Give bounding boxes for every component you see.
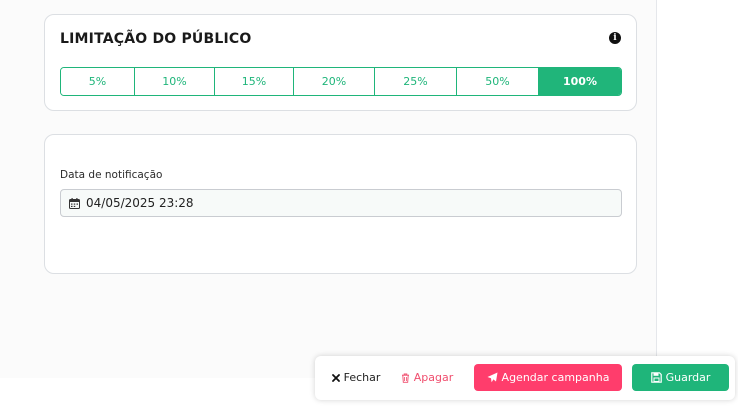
option-5-percent[interactable]: 5% xyxy=(61,68,135,95)
option-15-percent[interactable]: 15% xyxy=(215,68,294,95)
delete-button[interactable]: Apagar xyxy=(395,364,459,391)
info-icon[interactable]: i xyxy=(609,32,621,44)
paper-plane-icon xyxy=(487,372,498,383)
save-label: Guardar xyxy=(665,371,711,384)
option-10-percent[interactable]: 10% xyxy=(135,68,215,95)
floppy-disk-icon xyxy=(650,372,662,383)
close-button[interactable]: Fechar xyxy=(323,364,389,391)
option-100-percent[interactable]: 100% xyxy=(539,68,621,95)
audience-limit-title: LIMITAÇÃO DO PÚBLICO xyxy=(60,31,252,47)
notification-date-input[interactable]: 04/05/2025 23:28 xyxy=(60,189,622,217)
notification-date-value: 04/05/2025 23:28 xyxy=(86,196,194,210)
audience-limit-card: LIMITAÇÃO DO PÚBLICO i 5% 10% 15% 20% 25… xyxy=(44,14,637,111)
calendar-icon xyxy=(69,197,80,209)
delete-label: Apagar xyxy=(413,371,454,384)
schedule-campaign-label: Agendar campanha xyxy=(501,371,610,384)
save-button[interactable]: Guardar xyxy=(632,364,729,391)
option-20-percent[interactable]: 20% xyxy=(294,68,375,95)
notification-date-label: Data de notificação xyxy=(60,169,163,181)
notification-date-card: Data de notificação 04/05/2025 23:28 xyxy=(44,134,637,274)
trash-icon xyxy=(401,373,410,383)
close-label: Fechar xyxy=(343,371,381,384)
option-50-percent[interactable]: 50% xyxy=(457,68,539,95)
audience-percentage-selector: 5% 10% 15% 20% 25% 50% 100% xyxy=(60,67,622,96)
schedule-campaign-button[interactable]: Agendar campanha xyxy=(474,364,622,391)
close-icon xyxy=(331,373,340,382)
action-bar: Fechar Apagar Agendar campanha Guardar xyxy=(315,356,735,400)
right-panel xyxy=(657,0,738,378)
option-25-percent[interactable]: 25% xyxy=(375,68,457,95)
